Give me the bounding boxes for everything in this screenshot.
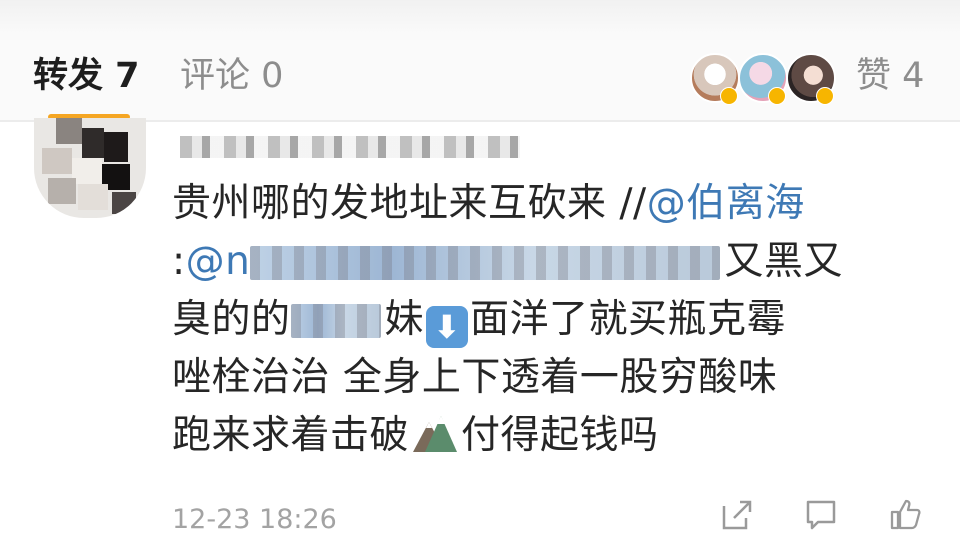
redacted-username: [180, 136, 520, 158]
comment-text: 贵州哪的发地址来互砍来 //@伯离海 :@n 又黑又 臭的的妹 ⬇ 面洋了就买瓶克霉 …: [172, 175, 932, 465]
comment-text-segment: 贵州哪的发地址来互砍来 //: [172, 181, 647, 226]
redacted-text: [290, 304, 381, 338]
mention-link[interactable]: @n: [186, 239, 251, 284]
comment-text-segment: :: [172, 239, 186, 284]
tab-comment[interactable]: 评论 0: [180, 54, 283, 98]
comment-text-segment: 付得起钱吗: [461, 413, 659, 458]
comment-text-segment: 跑来求着击破: [172, 413, 410, 458]
top-strip: [0, 0, 960, 34]
thumbs-up-icon[interactable]: [888, 498, 922, 536]
commenter-avatar[interactable]: [34, 118, 146, 218]
down-arrow-emoji: ⬇: [426, 306, 469, 348]
mountain-emoji: [411, 412, 459, 454]
mention-link[interactable]: @伯离海: [647, 181, 805, 226]
comment-text-segment: 又黑又: [724, 239, 843, 284]
verified-badge-icon: [768, 87, 786, 105]
share-icon[interactable]: [720, 498, 754, 536]
comment-text-segment: 臭的的: [172, 297, 291, 342]
comment-text-segment: 唑栓治治 全身上下透着一股穷酸味: [172, 355, 778, 400]
comment-text-segment: 面洋了就买瓶克霉: [470, 297, 787, 342]
tab-like[interactable]: 赞 4: [856, 54, 924, 98]
redacted-text: [250, 246, 721, 280]
comment-timestamp: 12-23 18:26: [172, 504, 337, 535]
tab-forward[interactable]: 转发 7: [33, 54, 140, 98]
comment-text-segment: 妹: [384, 297, 425, 342]
verified-badge-icon: [816, 87, 834, 105]
verified-badge-icon: [720, 87, 738, 105]
comment-icon[interactable]: [804, 498, 838, 536]
